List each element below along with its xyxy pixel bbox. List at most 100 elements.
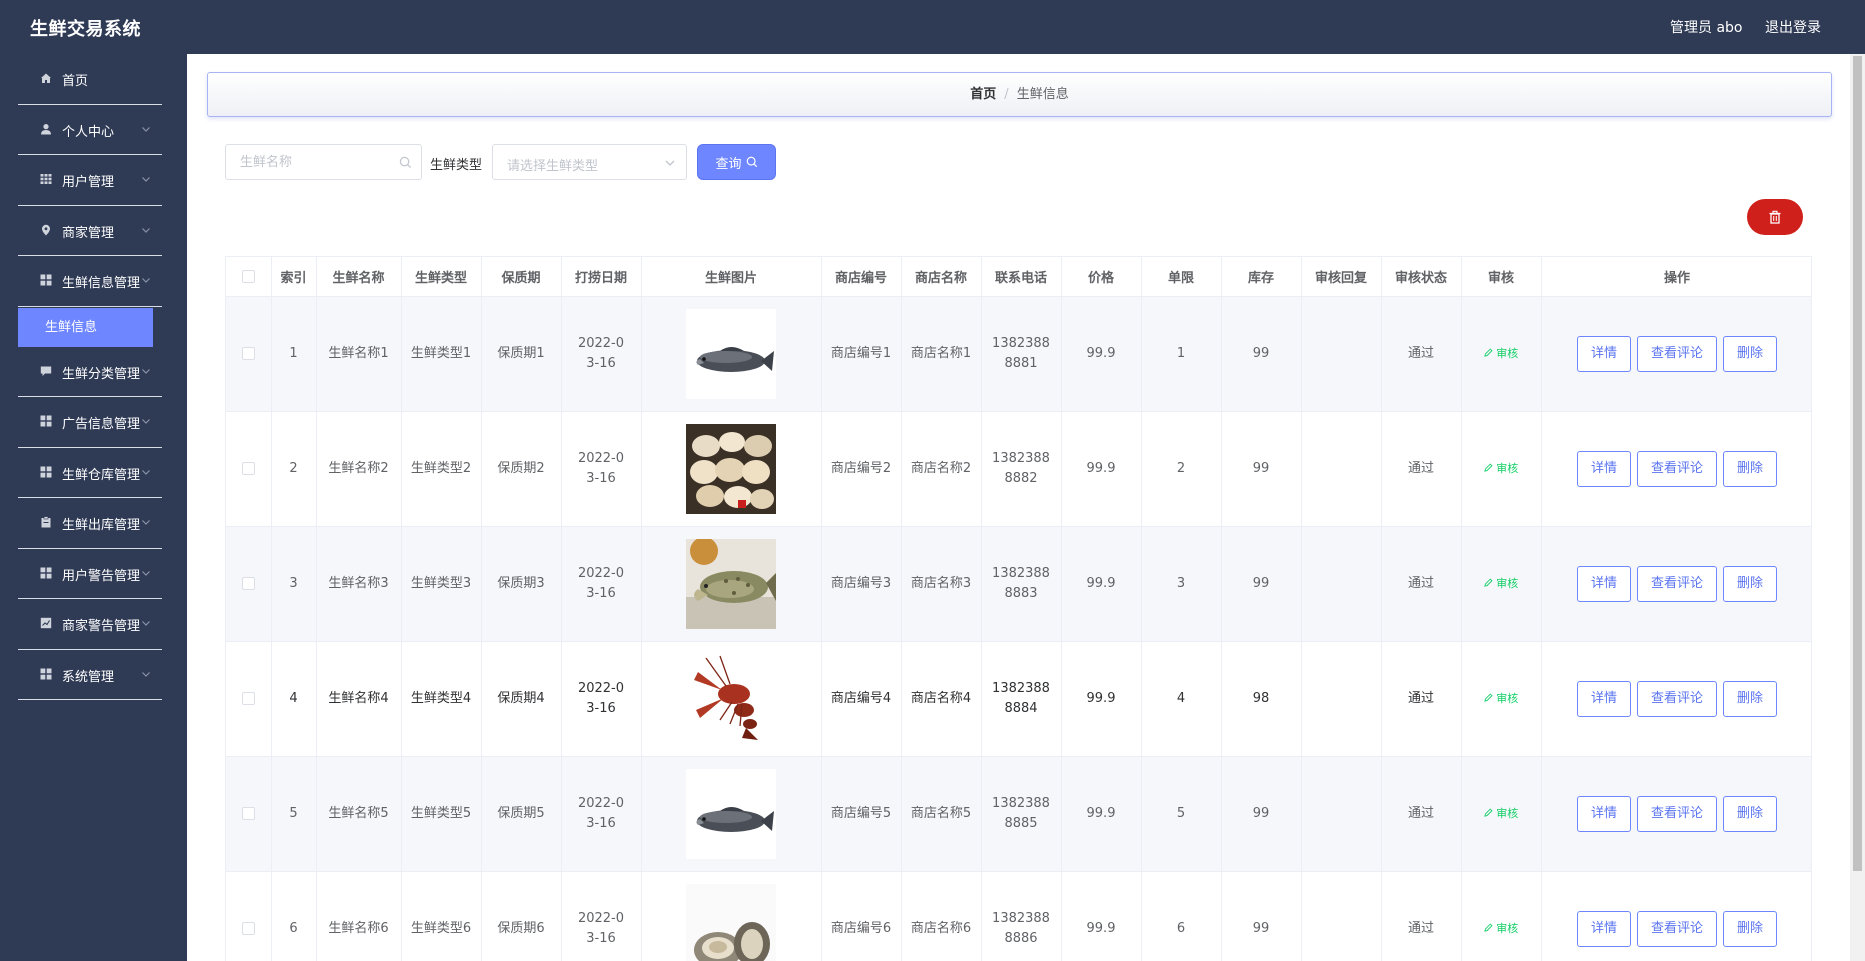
table-row[interactable]: 3 生鲜名称3 生鲜类型3 保质期3 2022-03-16 商店编号3 商店名称3 13823… bbox=[226, 526, 1811, 642]
cell-image bbox=[641, 641, 822, 757]
cell-audit: 审核 bbox=[1461, 756, 1542, 872]
sidebar-item-12[interactable]: 系统管理 bbox=[18, 650, 162, 700]
row-select-cell[interactable] bbox=[226, 296, 272, 412]
view-comments-button[interactable]: 查看评论 bbox=[1636, 680, 1717, 717]
audit-link[interactable]: 审核 bbox=[1484, 346, 1519, 360]
name-search-input[interactable] bbox=[226, 145, 386, 179]
row-checkbox[interactable] bbox=[241, 691, 255, 705]
cell-name: 生鲜名称5 bbox=[316, 756, 402, 872]
scrollbar-thumb[interactable] bbox=[1853, 56, 1862, 871]
row-checkbox[interactable] bbox=[241, 461, 255, 475]
detail-button[interactable]: 详情 bbox=[1576, 565, 1631, 602]
cell-price: 99.9 bbox=[1061, 296, 1142, 412]
edit-icon bbox=[1484, 922, 1493, 932]
column-header: 生鲜名称 bbox=[316, 257, 402, 297]
delete-button[interactable]: 删除 bbox=[1723, 450, 1778, 487]
detail-button[interactable]: 详情 bbox=[1576, 680, 1631, 717]
row-select-cell[interactable] bbox=[226, 641, 272, 757]
audit-label: 审核 bbox=[1496, 691, 1519, 705]
sidebar-item-5[interactable]: 生鲜信息管理 bbox=[18, 256, 162, 307]
row-checkbox[interactable] bbox=[241, 346, 255, 360]
view-comments-button[interactable]: 查看评论 bbox=[1636, 565, 1717, 602]
breadcrumb-current: 生鲜信息 bbox=[1016, 87, 1069, 102]
row-checkbox[interactable] bbox=[241, 921, 255, 935]
delete-button[interactable]: 删除 bbox=[1723, 910, 1778, 947]
row-select-cell[interactable] bbox=[226, 756, 272, 872]
sidebar-item-3[interactable]: 用户管理 bbox=[18, 155, 162, 206]
cell-type: 生鲜类型1 bbox=[401, 296, 482, 412]
sidebar-item-11[interactable]: 商家警告管理 bbox=[18, 599, 162, 650]
table-row[interactable]: 1 生鲜名称1 生鲜类型1 保质期1 2022-03-16 商店编号1 商店名称1 13823… bbox=[226, 296, 1811, 412]
cell-limit: 6 bbox=[1141, 871, 1222, 961]
search-icon bbox=[746, 156, 757, 168]
product-image bbox=[686, 768, 776, 859]
cell-audit: 审核 bbox=[1461, 526, 1542, 642]
detail-button[interactable]: 详情 bbox=[1576, 450, 1631, 487]
view-comments-button[interactable]: 查看评论 bbox=[1636, 335, 1717, 372]
delete-button[interactable]: 删除 bbox=[1723, 565, 1778, 602]
cell-catch-date: 2022-03-16 bbox=[561, 871, 642, 961]
row-select-cell[interactable] bbox=[226, 411, 272, 527]
sidebar: 首页个人中心用户管理 商家管理 生鲜信息管理 生鲜信息 生鲜分类管理 广告信息管理 生鲜仓库… bbox=[0, 54, 187, 961]
table-row[interactable]: 2 生鲜名称2 生鲜类型2 保质期2 2022-03-16 商店编号2 商店名称2 13823… bbox=[226, 411, 1811, 527]
cell-audit: 审核 bbox=[1461, 641, 1542, 757]
product-image bbox=[686, 653, 776, 744]
cell-stock: 99 bbox=[1221, 296, 1302, 412]
audit-label: 审核 bbox=[1496, 346, 1519, 360]
name-search-field[interactable] bbox=[225, 144, 422, 180]
sidebar-item-4[interactable]: 商家管理 bbox=[18, 206, 162, 256]
sidebar-item-8[interactable]: 生鲜仓库管理 bbox=[18, 448, 162, 498]
row-checkbox[interactable] bbox=[241, 576, 255, 590]
query-button[interactable]: 查询 bbox=[697, 144, 776, 180]
sidebar-item-6[interactable]: 生鲜分类管理 bbox=[18, 347, 162, 397]
cell-stock: 99 bbox=[1221, 756, 1302, 872]
audit-link[interactable]: 审核 bbox=[1484, 577, 1518, 590]
cell-actions: 详情 查看评论 删除 bbox=[1541, 871, 1811, 961]
delete-button[interactable]: 删除 bbox=[1723, 335, 1778, 372]
select-all-cell[interactable] bbox=[226, 257, 272, 297]
delete-button[interactable]: 删除 bbox=[1723, 680, 1778, 717]
detail-button[interactable]: 详情 bbox=[1576, 910, 1631, 947]
audit-link[interactable]: 审核 bbox=[1484, 691, 1519, 705]
sidebar-item-9[interactable]: 生鲜出库管理 bbox=[18, 498, 162, 549]
user-icon bbox=[40, 123, 52, 135]
sidebar-subitem-fresh-info[interactable]: 生鲜信息 bbox=[18, 307, 153, 347]
audit-link[interactable]: 审核 bbox=[1484, 462, 1518, 475]
view-comments-button[interactable]: 查看评论 bbox=[1636, 795, 1717, 832]
cell-index: 6 bbox=[271, 871, 317, 961]
table-row[interactable]: 4 生鲜名称4 生鲜类型4 保质期4 2022-03-16 商店编号4 商店名称4 13823… bbox=[226, 641, 1811, 757]
sidebar-item-7[interactable]: 广告信息管理 bbox=[18, 397, 162, 448]
cell-audit-status: 通过 bbox=[1381, 411, 1462, 527]
sidebar-item-1[interactable]: 首页 bbox=[18, 54, 162, 105]
sidebar-item-label: 个人中心 bbox=[62, 124, 115, 140]
sidebar-item-2[interactable]: 个人中心 bbox=[18, 105, 162, 155]
main-content: 首页/生鲜信息 生鲜类型 请选择生鲜类型 查询 索引生鲜名称生鲜类型保质期打捞日… bbox=[187, 54, 1850, 961]
detail-button[interactable]: 详情 bbox=[1576, 335, 1631, 372]
logout-link[interactable]: 退出登录 bbox=[1765, 17, 1821, 37]
view-comments-button[interactable]: 查看评论 bbox=[1636, 450, 1717, 487]
row-select-cell[interactable] bbox=[226, 526, 272, 642]
query-button-label: 查询 bbox=[715, 156, 742, 172]
phone-text: 13823888883 bbox=[992, 565, 1050, 601]
audit-link[interactable]: 审核 bbox=[1484, 807, 1518, 820]
type-select[interactable]: 请选择生鲜类型 bbox=[492, 144, 687, 180]
cell-audit-status: 通过 bbox=[1381, 756, 1462, 872]
sidebar-item-10[interactable]: 用户警告管理 bbox=[18, 549, 162, 599]
cell-shelf-life: 保质期6 bbox=[481, 871, 562, 961]
cell-type: 生鲜类型4 bbox=[401, 641, 482, 757]
row-checkbox[interactable] bbox=[241, 806, 255, 820]
cell-index: 2 bbox=[271, 411, 317, 527]
column-header: 联系电话 bbox=[981, 257, 1062, 297]
table-row[interactable]: 5 生鲜名称5 生鲜类型5 保质期5 2022-03-16 商店编号5 商店名称5 13823… bbox=[226, 756, 1811, 872]
select-all-checkbox[interactable] bbox=[241, 269, 255, 283]
breadcrumb-home[interactable]: 首页 bbox=[970, 87, 996, 102]
audit-link[interactable]: 审核 bbox=[1484, 922, 1518, 935]
page-scrollbar[interactable] bbox=[1850, 54, 1865, 961]
delete-button[interactable]: 删除 bbox=[1723, 795, 1778, 832]
cell-shelf-life: 保质期2 bbox=[481, 411, 562, 527]
row-select-cell[interactable] bbox=[226, 871, 272, 961]
batch-delete-button[interactable] bbox=[1747, 199, 1803, 235]
view-comments-button[interactable]: 查看评论 bbox=[1636, 910, 1717, 947]
detail-button[interactable]: 详情 bbox=[1576, 795, 1631, 832]
table-row[interactable]: 6 生鲜名称6 生鲜类型6 保质期6 2022-03-16 商店编号6 商店名称6 13823… bbox=[226, 871, 1811, 961]
